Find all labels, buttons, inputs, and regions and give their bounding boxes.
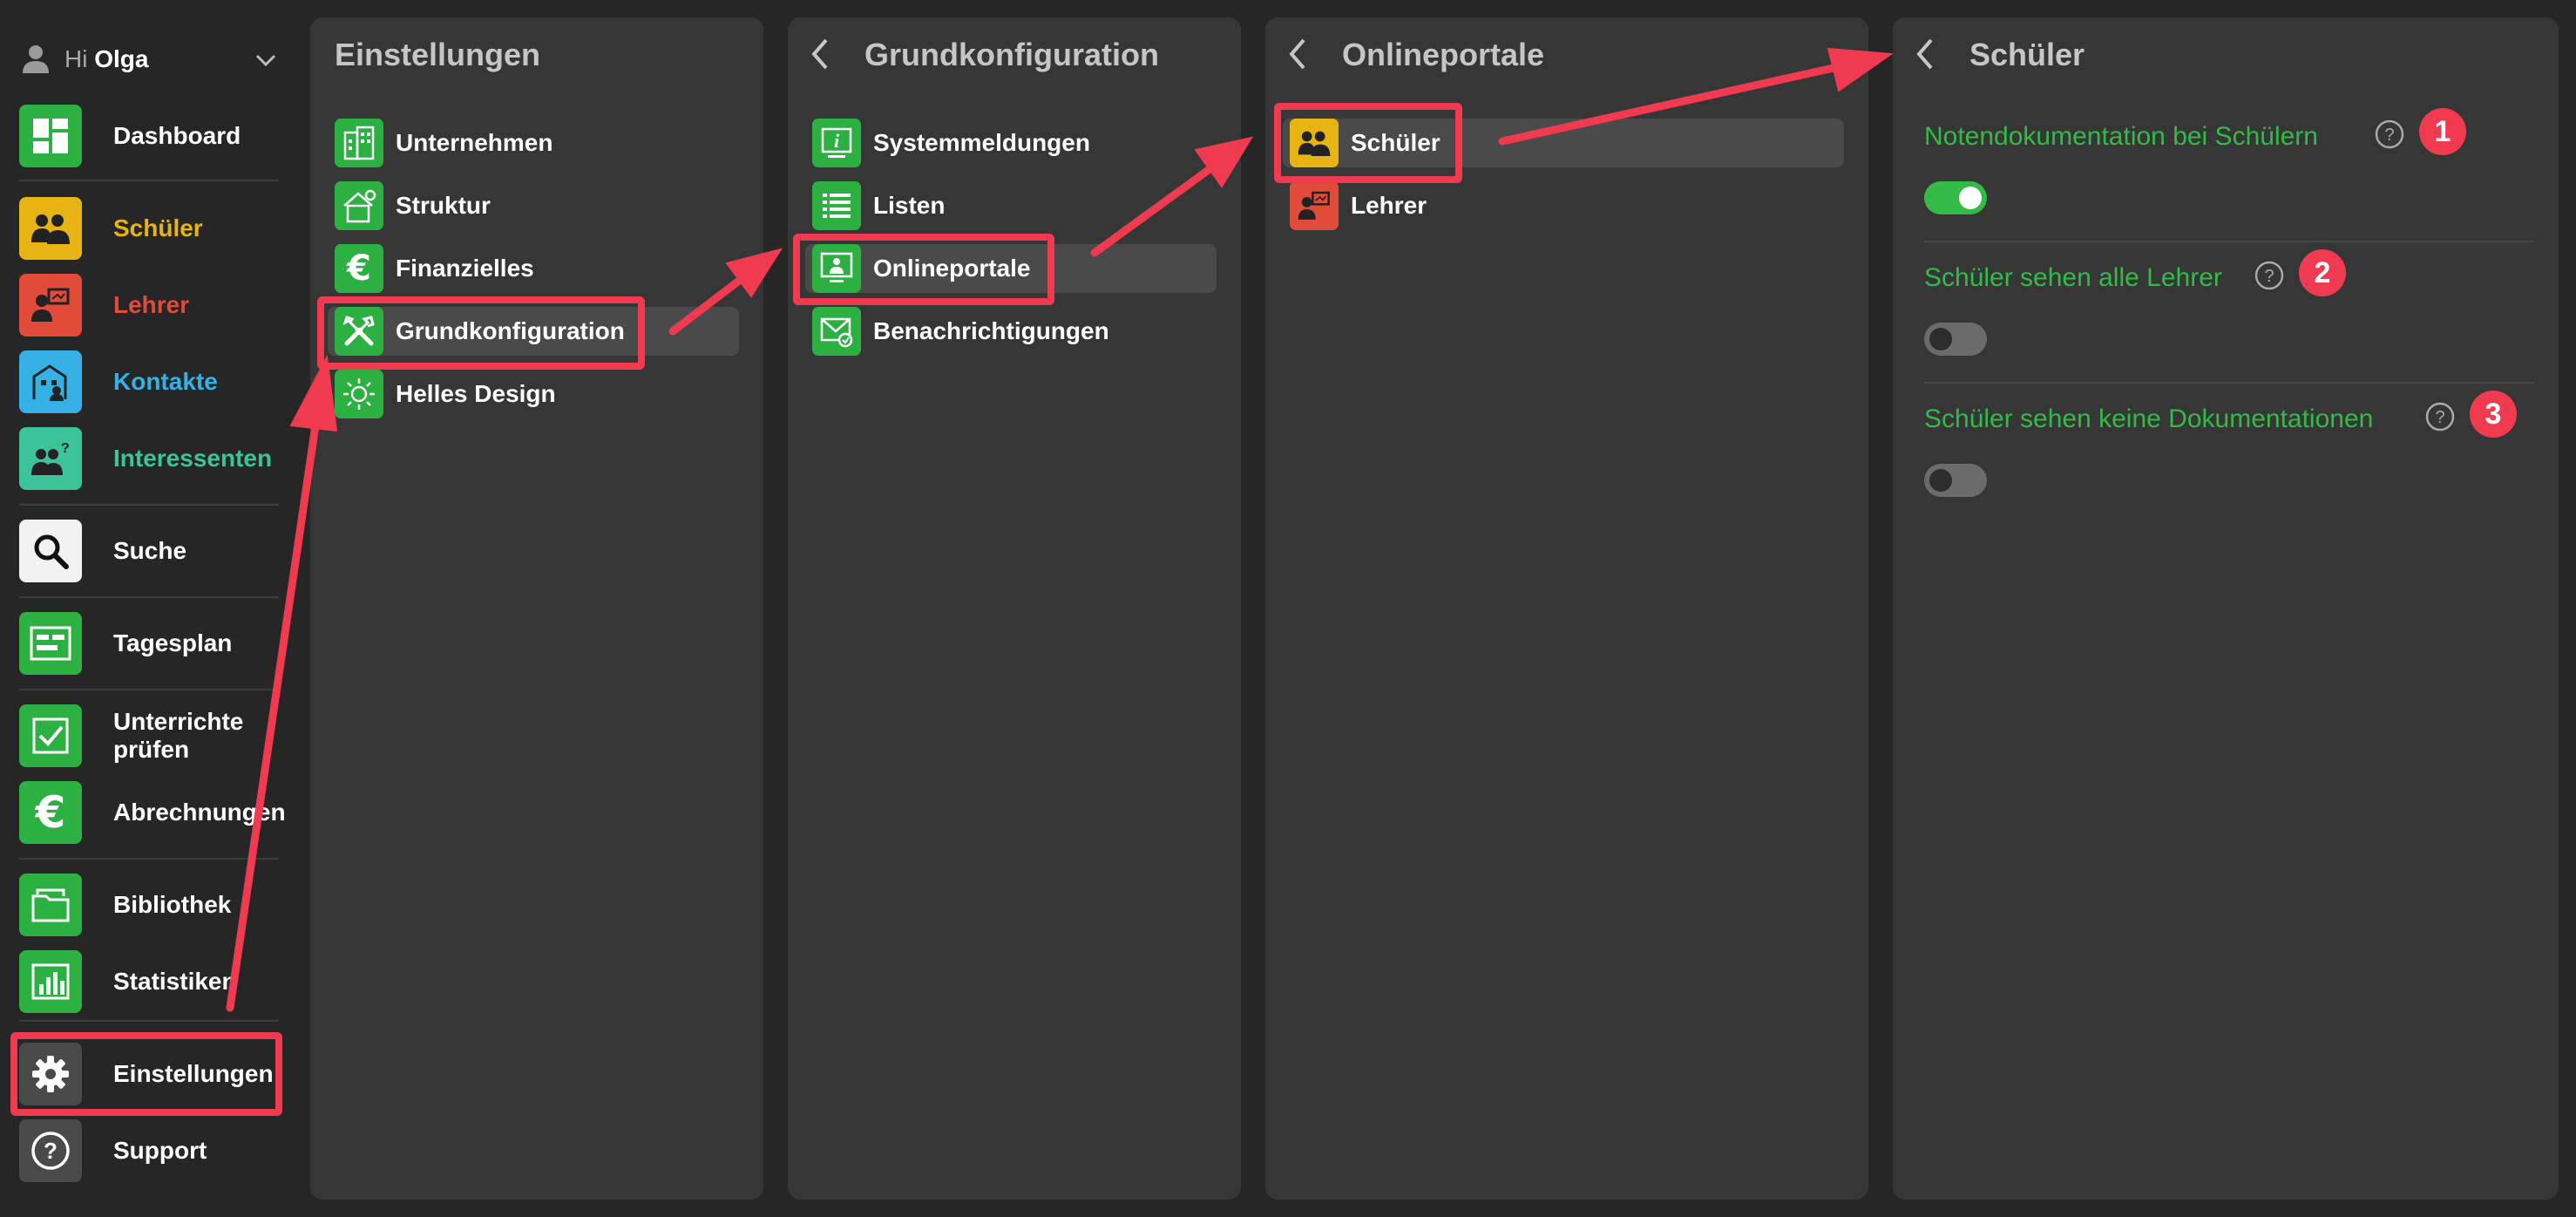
arrow-head xyxy=(289,354,338,432)
arrow-head xyxy=(1827,47,1894,92)
annotation-arrows xyxy=(226,47,1894,1012)
arrow-head xyxy=(1194,136,1254,188)
arrow-line xyxy=(668,276,743,336)
arrow-head xyxy=(725,248,783,298)
arrow-line xyxy=(1090,165,1214,257)
arrow-line xyxy=(226,421,320,1012)
arrow-line xyxy=(1498,64,1838,146)
